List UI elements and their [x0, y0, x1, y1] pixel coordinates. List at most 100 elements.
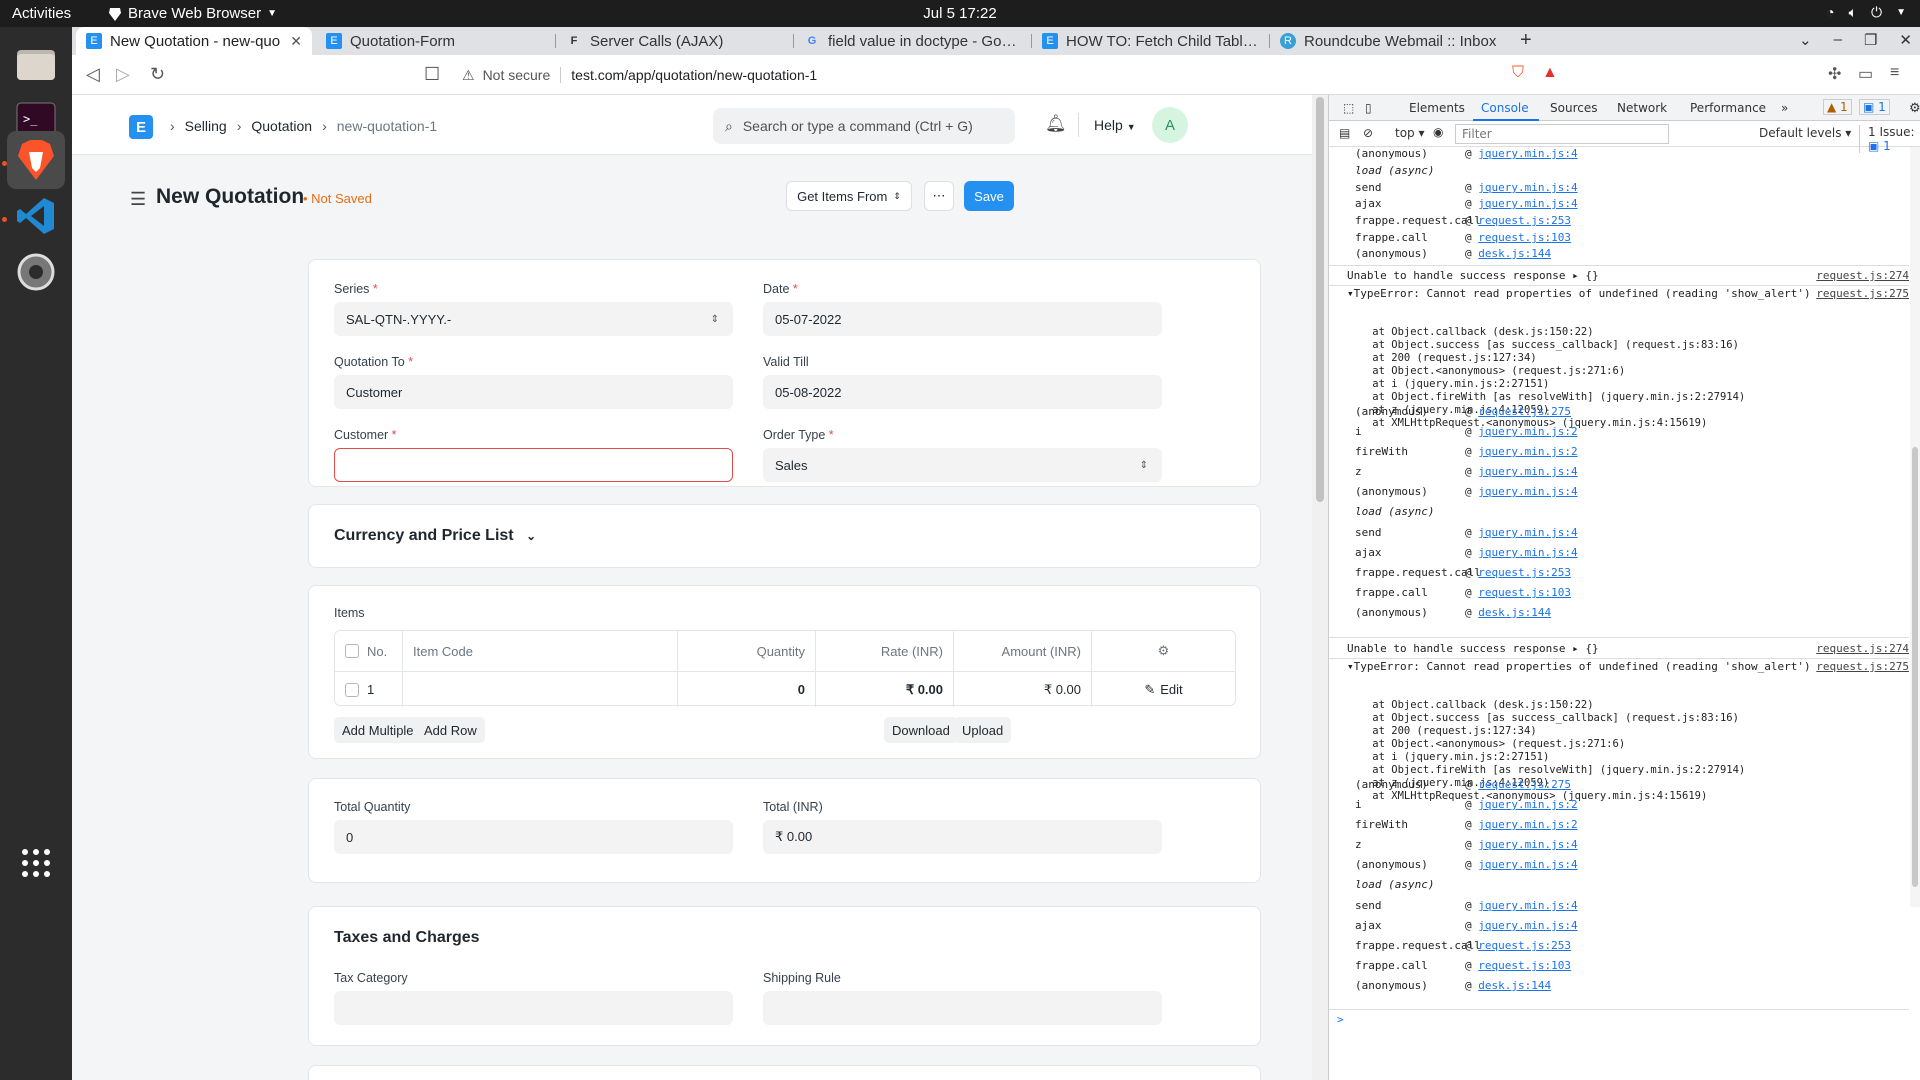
notification-bell-icon[interactable]: 🔔︎ — [1045, 114, 1067, 134]
tab-network[interactable]: Network — [1617, 101, 1667, 115]
dock-brave[interactable] — [7, 131, 65, 189]
new-tab-button[interactable]: + — [1520, 29, 1532, 52]
extensions-icon[interactable]: ✣ — [1828, 64, 1841, 84]
dock: >_ — [0, 27, 72, 1080]
app-menu[interactable]: Brave Web Browser ▼ — [108, 5, 277, 22]
menu-icon[interactable]: ≡ — [1890, 64, 1899, 82]
eye-icon[interactable]: ◉ — [1433, 125, 1443, 139]
tab-performance[interactable]: Performance — [1690, 101, 1766, 115]
tab-fetch-child-tables[interactable]: E HOW TO: Fetch Child Tables - — [1032, 27, 1270, 55]
date-label: Date * — [763, 282, 798, 296]
select-all-checkbox[interactable] — [345, 644, 359, 658]
brave-shields-icon[interactable]: ⛉ — [1512, 64, 1524, 82]
order-type-select[interactable]: Sales ⇕ — [763, 448, 1162, 482]
erpnext-logo[interactable]: E — [129, 115, 153, 139]
dock-files[interactable] — [7, 35, 65, 93]
error-message[interactable]: ▾TypeError: Cannot read properties of un… — [1347, 287, 1909, 300]
wallet-icon[interactable]: ▭ — [1858, 64, 1873, 84]
tax-category-input[interactable] — [334, 991, 733, 1025]
close-icon[interactable]: ✕ — [290, 33, 302, 50]
stack-frame: frappe.call @ request.js:103 — [1355, 586, 1571, 599]
add-row-button[interactable]: Add Row — [416, 717, 485, 743]
show-apps-button[interactable] — [7, 834, 65, 892]
get-items-label: Get Items From — [797, 188, 888, 204]
tab-roundcube[interactable]: R Roundcube Webmail :: Inbox — [1270, 27, 1510, 55]
item-code-cell[interactable] — [403, 671, 678, 707]
tab-elements[interactable]: Elements — [1409, 101, 1465, 115]
shipping-rule-input[interactable] — [763, 991, 1162, 1025]
save-button[interactable]: Save — [964, 181, 1014, 211]
series-select[interactable]: SAL-QTN-.YYYY.- ⇕ — [334, 302, 733, 336]
quantity-cell[interactable]: 0 — [678, 671, 816, 707]
row-checkbox[interactable] — [345, 682, 359, 697]
download-button[interactable]: Download — [884, 717, 958, 743]
more-tabs-icon[interactable]: » — [1781, 101, 1788, 115]
stack-frame: (anonymous) @ desk.js:144 — [1355, 979, 1552, 992]
console-filter-input[interactable]: Filter — [1455, 124, 1669, 144]
roundcube-icon: R — [1280, 33, 1296, 49]
context-selector[interactable]: top ▾ — [1395, 126, 1425, 140]
tab-sources[interactable]: Sources — [1550, 101, 1597, 115]
tab-quotation-form[interactable]: E Quotation-Form — [316, 27, 556, 55]
tab-search-icon[interactable]: ⌄ — [1799, 31, 1812, 49]
table-row[interactable]: 1 — [335, 671, 403, 707]
levels-dropdown[interactable]: Default levels ▾ — [1759, 126, 1851, 140]
add-multiple-button[interactable]: Add Multiple — [334, 717, 422, 743]
system-tray[interactable]: ◔ 🔈︎ ⏻ ▼ — [1826, 4, 1906, 21]
tab-console[interactable]: Console — [1481, 101, 1529, 115]
column-settings-button[interactable]: ⚙ — [1092, 631, 1235, 671]
edit-row-button[interactable]: ✎ Edit — [1092, 671, 1235, 707]
more-actions-button[interactable]: ⋯ — [924, 181, 954, 211]
console-toolbar: ▤ ⊘ top ▾ ◉ Filter Default levels ▾ 1 Is… — [1329, 121, 1920, 153]
reload-icon[interactable]: ↻ — [150, 64, 165, 85]
console-scrollbar[interactable] — [1910, 147, 1920, 907]
clock[interactable]: Jul 5 17:22 — [923, 5, 996, 22]
dock-vscode[interactable] — [7, 187, 65, 245]
device-toolbar-icon[interactable]: ▯ — [1365, 101, 1372, 115]
customer-input[interactable] — [334, 448, 733, 482]
breadcrumb-quotation[interactable]: Quotation — [251, 118, 312, 134]
quotation-to-input[interactable]: Customer — [334, 375, 733, 409]
stack-frame: z @ jquery.min.js:4 — [1355, 465, 1578, 478]
sidebar-toggle-icon[interactable]: ☰ — [130, 189, 146, 210]
console-prompt-input[interactable]: > — [1337, 1013, 1917, 1026]
bookmark-icon[interactable]: ☐ — [424, 64, 440, 85]
help-dropdown[interactable]: Help ▼ — [1094, 117, 1136, 133]
close-window-icon[interactable]: ✕ — [1899, 31, 1912, 49]
inspect-icon[interactable]: ⬚ — [1343, 101, 1354, 115]
tab-label: Quotation-Form — [350, 32, 456, 50]
series-label: Series * — [334, 282, 378, 296]
rate-cell[interactable]: ₹ 0.00 — [816, 671, 954, 707]
sidebar-icon[interactable]: ▤ — [1339, 126, 1350, 140]
brave-rewards-icon[interactable]: ▲ — [1542, 64, 1558, 82]
error-message[interactable]: ▾TypeError: Cannot read properties of un… — [1347, 660, 1909, 673]
restore-icon[interactable]: ❐ — [1864, 31, 1877, 49]
clear-console-icon[interactable]: ⊘ — [1363, 126, 1373, 140]
minimize-icon[interactable]: – — [1834, 31, 1842, 49]
tab-google-search[interactable]: G field value in doctype - Google — [794, 27, 1032, 55]
stack-frame: frappe.call @ request.js:103 — [1355, 959, 1571, 972]
stack-frame: (anonymous) @ desk.js:144 — [1355, 247, 1552, 260]
avatar[interactable]: A — [1152, 107, 1188, 143]
tab-server-calls[interactable]: F Server Calls (AJAX) — [556, 27, 794, 55]
back-icon[interactable]: ◁ — [86, 64, 100, 85]
tab-new-quotation[interactable]: E New Quotation - new-quo ✕ — [76, 27, 312, 55]
get-items-from-button[interactable]: Get Items From ⇕ — [786, 181, 912, 211]
messages-badge[interactable]: ▣ 1 — [1859, 99, 1890, 115]
dock-settings[interactable] — [7, 243, 65, 301]
activities-button[interactable]: Activities — [12, 5, 71, 22]
forward-icon[interactable]: ▷ — [116, 64, 130, 85]
select-arrows-icon: ⇕ — [1139, 459, 1148, 471]
warnings-badge[interactable]: ▲ 1 — [1823, 99, 1852, 115]
currency-section[interactable]: Currency and Price List ⌄ — [308, 504, 1261, 568]
settings-icon[interactable]: ⚙ — [1909, 101, 1920, 116]
valid-till-input[interactable]: 05-08-2022 — [763, 375, 1162, 409]
col-quantity: Quantity — [678, 631, 816, 671]
breadcrumb-selling[interactable]: Selling — [185, 118, 227, 134]
page-scrollbar[interactable] — [1312, 95, 1328, 1080]
date-input[interactable]: 05-07-2022 — [763, 302, 1162, 336]
upload-button[interactable]: Upload — [954, 717, 1012, 743]
url-field[interactable]: ⚠ Not secure test.com/app/quotation/new-… — [452, 61, 1504, 89]
awesomebar-search[interactable]: ⌕ Search or type a command (Ctrl + G) — [713, 108, 1015, 144]
total-label: Total (INR) — [763, 800, 823, 814]
